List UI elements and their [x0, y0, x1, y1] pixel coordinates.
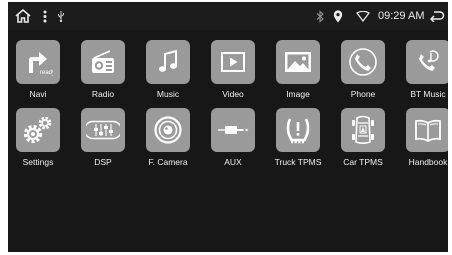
app-label: Radio [91, 89, 115, 99]
bluetooth-music-icon [406, 40, 448, 84]
app-label: Navi [29, 89, 47, 99]
app-image[interactable]: Image [268, 40, 328, 100]
app-label: Settings [22, 157, 54, 167]
app-truck-tpms[interactable]: Truck TPMS [268, 108, 328, 168]
aux-cable-icon [211, 108, 255, 152]
app-f-camera[interactable]: F. Camera [138, 108, 198, 168]
app-label: Car TPMS [343, 157, 383, 167]
navi-badge-text: ready [40, 70, 53, 76]
gears-icon [16, 108, 60, 152]
navigation-arrow-icon: ready [16, 40, 60, 84]
app-grid: ready Navi Radio [8, 2, 448, 252]
app-label: F. Camera [148, 157, 188, 167]
app-label: Music [156, 89, 180, 99]
app-radio[interactable]: Radio [73, 40, 133, 100]
app-label: Video [222, 89, 244, 99]
music-note-icon [146, 40, 190, 84]
app-label: BT Music [410, 89, 446, 99]
app-label: Handbook [408, 157, 448, 167]
app-aux[interactable]: AUX [203, 108, 263, 168]
app-navi[interactable]: ready Navi [8, 40, 68, 100]
app-music[interactable]: Music [138, 40, 198, 100]
app-label: Truck TPMS [274, 157, 322, 167]
app-handbook[interactable]: Handbook [398, 108, 448, 168]
camera-lens-icon [146, 108, 190, 152]
app-settings[interactable]: Settings [8, 108, 68, 168]
app-phone[interactable]: Phone [333, 40, 393, 100]
equalizer-icon [81, 108, 125, 152]
app-label: DSP [94, 157, 112, 167]
app-bt-music[interactable]: BT Music [398, 40, 448, 100]
head-unit-screen: 09:29 AM ready Navi [8, 2, 448, 252]
app-dsp[interactable]: DSP [73, 108, 133, 168]
app-label: Image [286, 89, 310, 99]
book-icon [406, 108, 448, 152]
radio-icon [81, 40, 125, 84]
video-play-icon [211, 40, 255, 84]
app-label: AUX [224, 157, 242, 167]
car-tpms-icon [341, 108, 385, 152]
app-label: Phone [350, 89, 376, 99]
phone-icon [341, 40, 385, 84]
tire-pressure-icon [276, 108, 320, 152]
image-icon [276, 40, 320, 84]
app-car-tpms[interactable]: Car TPMS [333, 108, 393, 168]
app-video[interactable]: Video [203, 40, 263, 100]
